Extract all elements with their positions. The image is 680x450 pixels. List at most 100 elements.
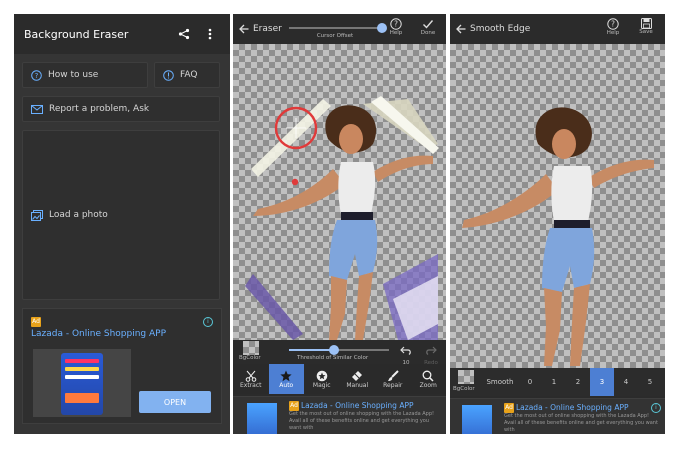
faq-button[interactable]: FAQ	[154, 62, 220, 88]
threshold-thumb[interactable]	[329, 345, 339, 355]
eraser-canvas[interactable]	[233, 44, 446, 340]
mail-icon	[31, 104, 43, 114]
report-label: Report a problem, Ask	[49, 104, 150, 114]
magic-star-icon	[316, 370, 328, 381]
tool-repair[interactable]: Repair	[375, 364, 411, 394]
redo-icon	[426, 346, 437, 355]
question-icon: ?	[31, 69, 42, 81]
ad-title[interactable]: Lazada - Online Shopping APP	[31, 329, 166, 339]
back-arrow-icon[interactable]	[456, 24, 466, 34]
bgcolor-icon[interactable]	[243, 341, 259, 355]
tool-repair-label: Repair	[383, 381, 403, 389]
ad-thumbnail	[247, 403, 277, 434]
eraser-screen: Eraser Cursor Offset ? Help Done BgColor…	[233, 14, 446, 434]
ad-open-button[interactable]: OPEN	[139, 391, 211, 413]
save-icon	[640, 18, 652, 29]
share-icon[interactable]	[174, 24, 194, 44]
smooth-option-0[interactable]: 0	[518, 368, 542, 396]
tool-zoom-label: Zoom	[419, 381, 437, 389]
ad-title[interactable]: Lazada - Online Shopping APP	[301, 401, 414, 410]
smooth-option-3[interactable]: 3	[590, 368, 614, 396]
faq-label: FAQ	[180, 70, 198, 80]
tool-manual-label: Manual	[346, 381, 369, 389]
search-icon	[422, 370, 434, 382]
app-bar: Background Eraser	[14, 14, 230, 54]
ad-info-icon[interactable]: i	[203, 317, 213, 327]
smooth-option-1[interactable]: 1	[542, 368, 566, 396]
undo-button[interactable]: 10	[398, 341, 414, 366]
smooth-canvas[interactable]	[450, 44, 665, 368]
help-icon: ?	[607, 18, 619, 30]
tool-auto-label: Auto	[279, 381, 294, 389]
threshold-slider[interactable]	[289, 345, 389, 355]
cursor-offset-slider[interactable]: Cursor Offset	[289, 22, 387, 39]
info-icon	[163, 69, 174, 81]
svg-text:?: ?	[394, 20, 398, 29]
svg-text:?: ?	[611, 20, 615, 29]
tool-magic-label: Magic	[312, 381, 331, 389]
ad-badge: Ad	[289, 401, 299, 411]
tool-manual[interactable]: Manual	[340, 364, 376, 394]
redo-button[interactable]: Redo	[423, 341, 439, 366]
tool-auto[interactable]: Auto	[268, 364, 304, 394]
bgcolor-label: BgColor	[239, 355, 261, 361]
smooth-option-2[interactable]: 2	[566, 368, 590, 396]
how-to-use-label: How to use	[48, 70, 99, 80]
bgcolor-icon	[458, 370, 474, 384]
home-screen: Background Eraser ? How to use FAQ Repor…	[14, 14, 230, 434]
smooth-option-5[interactable]: 5	[638, 368, 662, 396]
threshold-label: Threshold of Similar Color	[297, 355, 369, 361]
eraser-icon	[352, 370, 363, 381]
ad-banner-smooth[interactable]: Ad Lazada - Online Shopping APP Get the …	[450, 398, 665, 434]
ad-banner-eraser[interactable]: Ad Lazada - Online Shopping APP Get the …	[233, 396, 446, 434]
ad-description: Get the most out of online shopping with…	[289, 411, 435, 431]
smooth-title: Smooth Edge	[470, 24, 531, 34]
back-arrow-icon[interactable]	[239, 24, 249, 34]
how-to-use-button[interactable]: ? How to use	[22, 62, 148, 88]
image-icon	[31, 209, 43, 221]
check-icon	[423, 20, 434, 29]
more-vertical-icon[interactable]	[200, 24, 220, 44]
smooth-level-selector: BgColor Smooth 0 1 2 3 4 5	[450, 368, 665, 396]
help-button[interactable]: ? Help	[600, 18, 626, 36]
smooth-top-bar: Smooth Edge ? Help Save	[450, 14, 665, 44]
undo-icon	[400, 346, 411, 355]
ad-banner[interactable]: Ad Lazada - Online Shopping APP i OPEN	[22, 308, 222, 424]
app-title: Background Eraser	[24, 27, 129, 41]
help-button[interactable]: ? Help	[383, 18, 409, 36]
tool-bar: Extract Auto Magic Manual Repair Zoom	[233, 364, 446, 394]
smooth-option-4[interactable]: 4	[614, 368, 638, 396]
done-button[interactable]: Done	[415, 18, 441, 36]
ad-title[interactable]: Lazada - Online Shopping APP	[516, 403, 629, 412]
tool-extract[interactable]: Extract	[233, 364, 269, 394]
bgcolor-button[interactable]: BgColor	[450, 368, 482, 396]
star-icon	[280, 370, 292, 381]
ad-thumbnail	[462, 405, 492, 434]
save-label: Save	[639, 29, 653, 35]
cursor-offset-label: Cursor Offset	[316, 33, 354, 39]
smooth-edge-screen: Smooth Edge ? Help Save BgColor Smooth 0…	[450, 14, 665, 434]
help-icon: ?	[390, 18, 402, 30]
eraser-title: Eraser	[253, 24, 282, 34]
ad-badge: Ad	[504, 403, 514, 413]
eraser-top-bar: Eraser Cursor Offset ? Help Done	[233, 14, 446, 44]
done-label: Done	[420, 30, 436, 36]
home-body: ? How to use FAQ Report a problem, Ask L…	[14, 54, 230, 434]
ad-description: Get the most out of online shopping with…	[504, 413, 658, 433]
ad-image	[33, 349, 131, 417]
bgcolor-label: BgColor	[453, 386, 475, 392]
scissors-icon	[245, 370, 257, 382]
brush-icon	[387, 369, 399, 381]
ad-badge: Ad	[31, 317, 41, 327]
svg-text:?: ?	[35, 72, 39, 80]
help-label: Help	[606, 30, 620, 36]
report-problem-button[interactable]: Report a problem, Ask	[22, 96, 220, 122]
save-button[interactable]: Save	[633, 18, 659, 35]
tool-zoom[interactable]: Zoom	[411, 364, 447, 394]
load-photo-button[interactable]: Load a photo	[22, 130, 220, 300]
tool-magic[interactable]: Magic	[304, 364, 340, 394]
ad-info-icon[interactable]: i	[651, 403, 661, 413]
load-photo-label: Load a photo	[49, 210, 108, 220]
help-label: Help	[389, 30, 403, 36]
tool-extract-label: Extract	[240, 381, 262, 389]
